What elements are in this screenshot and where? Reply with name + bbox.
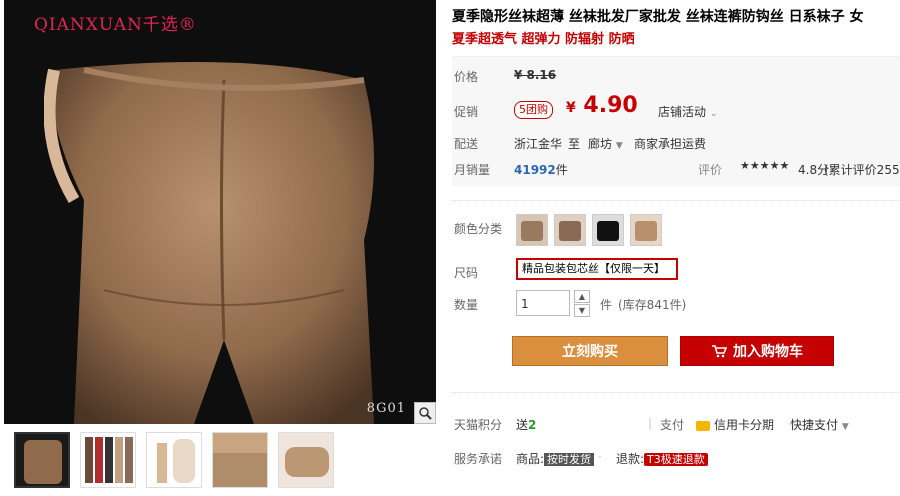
ship-to-value: 廊坊 (588, 137, 613, 151)
color-swatch-3[interactable] (592, 214, 624, 246)
thumbnail-5[interactable] (278, 432, 334, 488)
product-gallery: QIANXUAN千选® 8G01 (4, 0, 436, 496)
store-activity-link[interactable]: 店铺活动 ⌄ (658, 103, 717, 120)
promo-price-value: 4.90 (583, 93, 638, 118)
points-prefix: 送 (516, 418, 529, 432)
caret-down-icon: ▼ (841, 422, 849, 432)
points-number: 2 (528, 418, 537, 432)
credit-installment-label: 信用卡分期 (714, 418, 775, 432)
refund-label: 退款: (616, 452, 645, 466)
brand-logo: QIANXUAN千选® (34, 15, 197, 35)
ship-to-select[interactable]: 廊坊 ▼ (588, 135, 623, 152)
buy-now-button[interactable]: 立刻购买 (512, 336, 668, 366)
review-count-link[interactable]: (累计评价2557 (824, 161, 900, 178)
sales-count-value: 41992 (514, 163, 556, 177)
ship-promise: 商品: 按时发货 (516, 450, 595, 467)
currency-symbol: ¥ (566, 100, 576, 116)
color-swatch-1[interactable] (516, 214, 548, 246)
quantity-input[interactable]: 1 (516, 290, 570, 316)
tights-model-photo (44, 62, 374, 424)
dot-separator: · (598, 450, 602, 464)
stock-count: (库存841件) (618, 298, 687, 312)
main-product-image[interactable]: QIANXUAN千选® 8G01 (4, 0, 436, 424)
thumbnail-strip (14, 432, 334, 488)
points-label: 天猫积分 (454, 418, 503, 432)
zoom-icon[interactable] (414, 402, 436, 424)
product-subtitle: 夏季超透气 超弹力 防辐射 防晒 (452, 32, 635, 47)
divider-bar: | (648, 416, 653, 430)
pay-label: 支付 (660, 418, 685, 432)
model-watermark: 8G01 (366, 401, 406, 416)
sales-label: 月销量 (454, 163, 491, 177)
price-panel: 价格 ¥ 8.16 促销 5团购 ¥ 4.90 店铺活动 ⌄ 配送 浙江金华 至… (452, 56, 900, 186)
divider (452, 200, 900, 201)
sales-count: 41992件 (514, 161, 568, 178)
price-label: 价格 (454, 70, 479, 84)
caret-down-icon: ▼ (615, 141, 623, 151)
thumbnail-4[interactable] (212, 432, 268, 488)
product-info: 夏季隐形丝袜超薄 丝袜批发厂家批发 丝袜连裤防钩丝 日系袜子 女 夏季超透气 超… (452, 0, 900, 496)
promo-price: ¥ 4.90 (566, 93, 638, 118)
promo-label: 促销 (454, 105, 479, 119)
color-swatch-2[interactable] (554, 214, 586, 246)
shipping-fee: 商家承担运费 (634, 137, 707, 151)
thumbnail-3[interactable] (146, 432, 202, 488)
service-label: 服务承诺 (454, 452, 503, 466)
color-swatch-4[interactable] (630, 214, 662, 246)
credit-card-icon (696, 420, 710, 431)
chevron-down-icon: ⌄ (709, 109, 718, 119)
size-label: 尺码 (454, 266, 479, 280)
goods-label: 商品: (516, 452, 545, 466)
rating-label: 评价 (698, 163, 723, 177)
on-time-ship-tag[interactable]: 按时发货 (544, 453, 595, 466)
ship-from: 浙江金华 (514, 137, 563, 151)
quantity-label: 数量 (454, 298, 479, 312)
sales-unit: 件 (555, 163, 568, 177)
quantity-decrement-button[interactable]: ▼ (574, 304, 590, 317)
quantity-unit: 件 (600, 298, 613, 312)
color-label: 颜色分类 (454, 222, 503, 236)
fast-refund-tag[interactable]: T3极速退款 (644, 453, 708, 466)
ship-to-label: 至 (568, 137, 581, 151)
original-price: ¥ 8.16 (514, 68, 557, 82)
rating-stars: ★★★★★ (740, 159, 790, 172)
size-option-selected[interactable]: 精品包装包芯丝【仅限一天】 (516, 258, 678, 280)
thumbnail-2[interactable] (80, 432, 136, 488)
add-to-cart-label: 加入购物车 (733, 344, 803, 360)
group-buy-badge: 5团购 (514, 101, 553, 119)
product-title: 夏季隐形丝袜超薄 丝袜批发厂家批发 丝袜连裤防钩丝 日系袜子 女 (452, 9, 864, 25)
refund-promise: 退款: T3极速退款 (616, 450, 708, 467)
add-to-cart-button[interactable]: 加入购物车 (680, 336, 834, 366)
quantity-increment-button[interactable]: ▲ (574, 290, 590, 303)
thumbnail-1[interactable] (14, 432, 70, 488)
quick-pay-label: 快捷支付 (790, 418, 839, 432)
points-value: 送2 (516, 416, 536, 433)
store-activity-label: 店铺活动 (658, 105, 707, 119)
divider (452, 392, 900, 393)
shipping-label: 配送 (454, 137, 479, 151)
credit-installment-link[interactable]: 信用卡分期 (696, 416, 774, 433)
quick-pay-select[interactable]: 快捷支付 ▼ (790, 416, 849, 433)
cart-icon (712, 345, 727, 358)
